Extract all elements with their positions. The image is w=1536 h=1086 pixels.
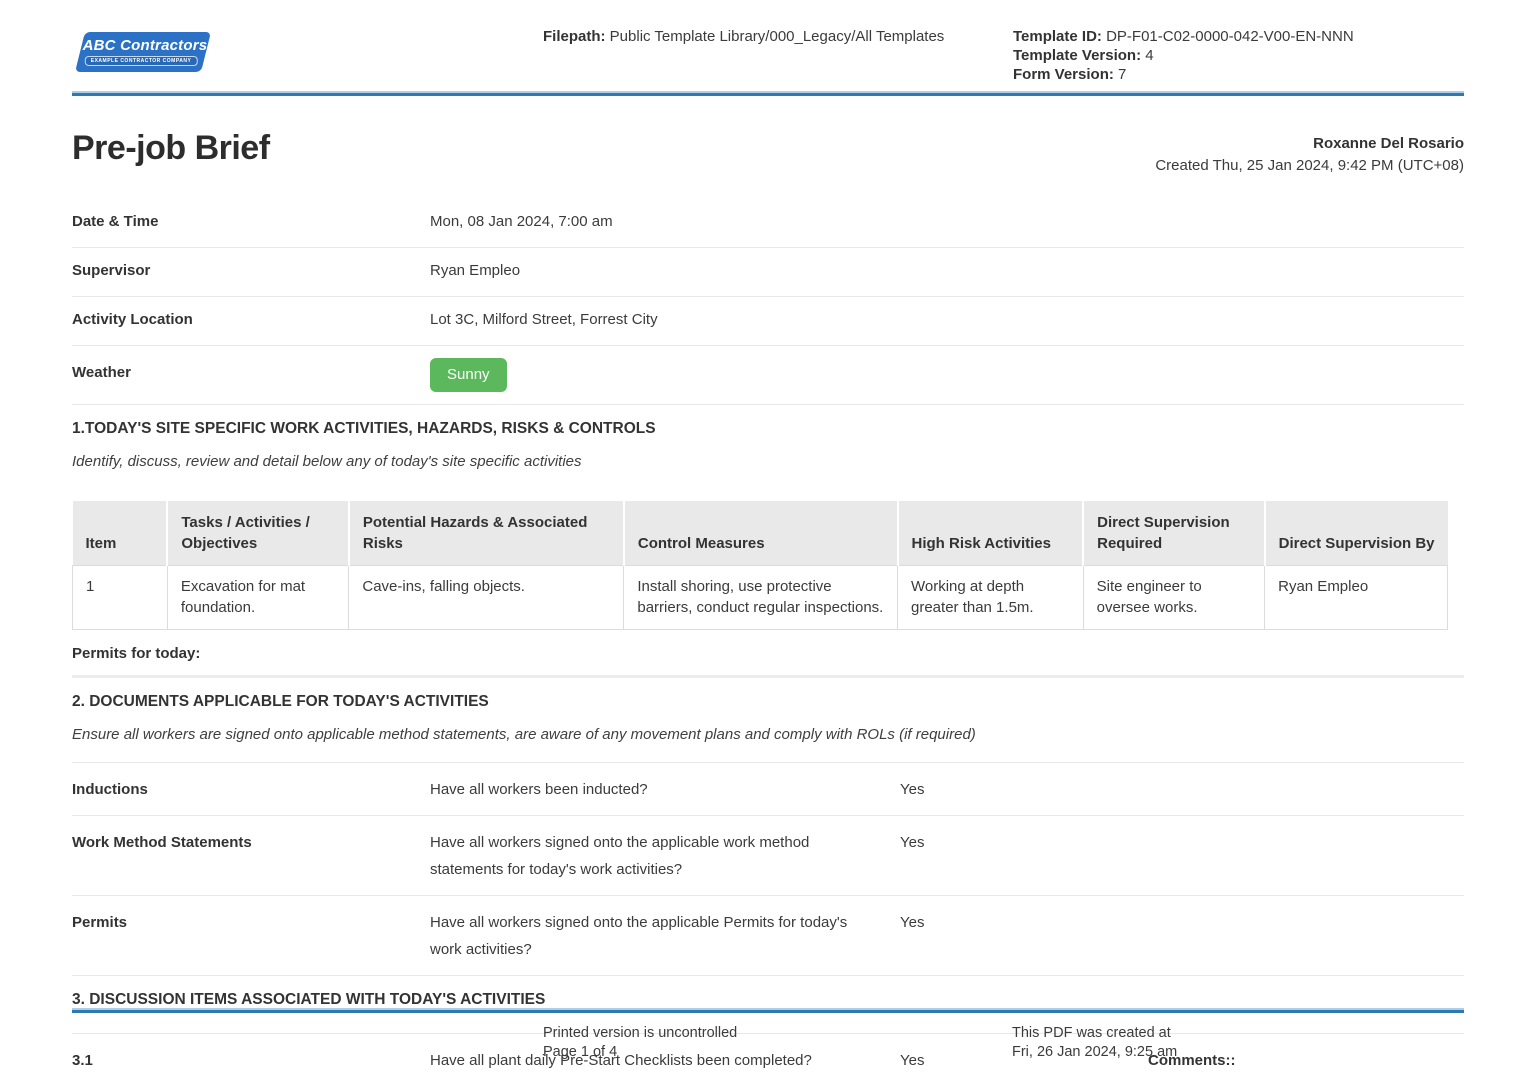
template-version-value: 4 (1145, 47, 1153, 64)
work-method-statements-question: Have all workers signed onto the applica… (430, 829, 900, 883)
document-header: ABC Contractors EXAMPLE CONTRACTOR COMPA… (72, 0, 1464, 91)
col-header-hazards: Potential Hazards & Associated Risks (349, 501, 624, 566)
cell-high-risk: Working at depth greater than 1.5m. (898, 565, 1084, 630)
cell-supervision-by: Ryan Empleo (1265, 565, 1448, 630)
section-1-heading: 1.TODAY'S SITE SPECIFIC WORK ACTIVITIES,… (72, 420, 1464, 438)
activities-table: Item Tasks / Activities / Objectives Pot… (72, 501, 1448, 631)
cell-control-measures: Install shoring, use protective barriers… (624, 565, 898, 630)
cell-item: 1 (73, 565, 168, 630)
author-name: Roxanne Del Rosario (1155, 133, 1464, 155)
section-1-subtitle: Identify, discuss, review and detail bel… (72, 453, 1464, 470)
qa-row-work-method-statements: Work Method Statements Have all workers … (72, 816, 1464, 896)
col-header-supervision-required: Direct Supervision Required (1083, 501, 1265, 566)
date-time-label: Date & Time (72, 213, 430, 230)
supervisor-value: Ryan Empleo (430, 262, 520, 279)
summary-fields: Date & Time Mon, 08 Jan 2024, 7:00 am Su… (72, 199, 1464, 405)
header-divider-rule (72, 91, 1464, 96)
permits-question: Have all workers signed onto the applica… (430, 909, 900, 963)
logo-banner-shape: ABC Contractors EXAMPLE CONTRACTOR COMPA… (75, 32, 211, 72)
template-info-block: Template ID: DP-F01-C02-0000-042-V00-EN-… (1013, 27, 1354, 84)
col-header-control-measures: Control Measures (624, 501, 898, 566)
logo-company-name: ABC Contractors (82, 38, 207, 53)
template-id-label: Template ID: (1013, 28, 1102, 45)
qa-row-inductions: Inductions Have all workers been inducte… (72, 763, 1464, 816)
inductions-question: Have all workers been inducted? (430, 776, 900, 803)
activities-table-header-row: Item Tasks / Activities / Objectives Pot… (73, 501, 1448, 566)
work-method-statements-answer: Yes (900, 829, 1148, 856)
template-id-line: Template ID: DP-F01-C02-0000-042-V00-EN-… (1013, 27, 1354, 46)
footer-uncontrolled-note: Printed version is uncontrolled (543, 1024, 737, 1043)
cell-supervision-required: Site engineer to oversee works. (1083, 565, 1265, 630)
activity-location-value: Lot 3C, Milford Street, Forrest City (430, 311, 658, 328)
logo-tagline: EXAMPLE CONTRACTOR COMPANY (84, 56, 197, 66)
cell-hazards: Cave-ins, falling objects. (349, 565, 624, 630)
form-version-value: 7 (1118, 66, 1126, 83)
date-time-value: Mon, 08 Jan 2024, 7:00 am (430, 213, 613, 230)
field-row-date-time: Date & Time Mon, 08 Jan 2024, 7:00 am (72, 199, 1464, 248)
document-footer: Printed version is uncontrolled Page 1 o… (72, 1008, 1464, 1063)
filepath-label: Filepath: (543, 28, 606, 45)
field-row-activity-location: Activity Location Lot 3C, Milford Street… (72, 297, 1464, 346)
permits-for-today-label: Permits for today: (72, 645, 1464, 675)
section-2-heading: 2. DOCUMENTS APPLICABLE FOR TODAY'S ACTI… (72, 693, 1464, 711)
footer-created-note: This PDF was created at (1012, 1024, 1177, 1043)
section-2-subtitle: Ensure all workers are signed onto appli… (72, 726, 1464, 743)
field-row-weather: Weather Sunny (72, 346, 1464, 405)
cell-tasks: Excavation for mat foundation. (167, 565, 349, 630)
col-header-supervision-by: Direct Supervision By (1265, 501, 1448, 566)
field-row-supervisor: Supervisor Ryan Empleo (72, 248, 1464, 297)
supervisor-label: Supervisor (72, 262, 430, 279)
activity-location-label: Activity Location (72, 311, 430, 328)
qa-row-permits: Permits Have all workers signed onto the… (72, 896, 1464, 976)
form-version-line: Form Version: 7 (1013, 65, 1354, 84)
footer-created-date: Fri, 26 Jan 2024, 9:25 am (1012, 1043, 1177, 1062)
filepath-line: Filepath: Public Template Library/000_Le… (543, 28, 944, 45)
footer-left-block: Printed version is uncontrolled Page 1 o… (543, 1024, 737, 1062)
col-header-high-risk: High Risk Activities (898, 501, 1084, 566)
form-version-label: Form Version: (1013, 66, 1114, 83)
permits-answer: Yes (900, 909, 1148, 936)
weather-status-badge: Sunny (430, 358, 507, 392)
page-title: Pre-job Brief (72, 129, 270, 168)
inductions-label: Inductions (72, 776, 430, 803)
pre-job-brief-document: ABC Contractors EXAMPLE CONTRACTOR COMPA… (0, 0, 1536, 1086)
permits-label: Permits (72, 909, 430, 936)
section-divider-band (72, 675, 1464, 678)
section-3-heading: 3. DISCUSSION ITEMS ASSOCIATED WITH TODA… (72, 991, 1464, 1009)
created-info: Roxanne Del Rosario Created Thu, 25 Jan … (1155, 129, 1464, 177)
title-row: Pre-job Brief Roxanne Del Rosario Create… (72, 129, 1464, 177)
template-version-label: Template Version: (1013, 47, 1141, 64)
weather-label: Weather (72, 358, 430, 381)
template-id-value: DP-F01-C02-0000-042-V00-EN-NNN (1106, 28, 1354, 45)
col-header-item: Item (73, 501, 168, 566)
inductions-answer: Yes (900, 776, 1148, 803)
work-method-statements-label: Work Method Statements (72, 829, 430, 856)
template-version-line: Template Version: 4 (1013, 46, 1354, 65)
created-timestamp: Created Thu, 25 Jan 2024, 9:42 PM (UTC+0… (1155, 155, 1464, 177)
company-logo: ABC Contractors EXAMPLE CONTRACTOR COMPA… (74, 32, 212, 77)
table-row: 1 Excavation for mat foundation. Cave-in… (73, 565, 1448, 630)
footer-page-number: Page 1 of 4 (543, 1043, 737, 1062)
footer-right-block: This PDF was created at Fri, 26 Jan 2024… (1012, 1024, 1177, 1062)
col-header-tasks: Tasks / Activities / Objectives (167, 501, 349, 566)
section-2-rows: Inductions Have all workers been inducte… (72, 762, 1464, 976)
filepath-value: Public Template Library/000_Legacy/All T… (610, 28, 945, 45)
